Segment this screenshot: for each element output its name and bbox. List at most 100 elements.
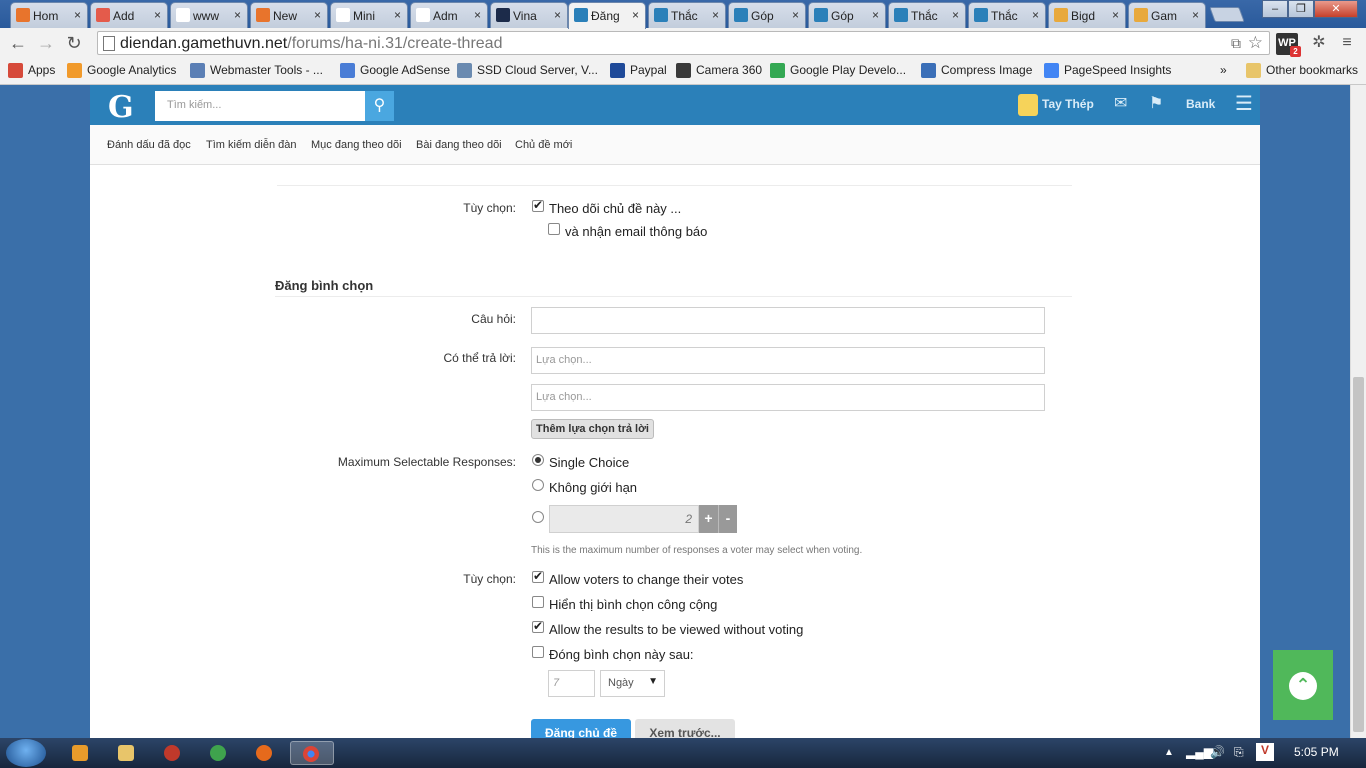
browser-tab[interactable]: Add × bbox=[90, 2, 168, 28]
reload-icon[interactable]: ↻ bbox=[62, 32, 86, 54]
bookmark-item[interactable]: Google Play Develo... bbox=[770, 63, 906, 78]
scroll-to-top-button[interactable]: ⌃ bbox=[1273, 650, 1333, 720]
bookmark-item[interactable]: PageSpeed Insights bbox=[1044, 63, 1171, 78]
chrome-icon[interactable] bbox=[290, 741, 334, 765]
menu-icon[interactable]: ≡ bbox=[1336, 33, 1358, 55]
bookmark-item[interactable]: SSD Cloud Server, V... bbox=[457, 63, 598, 78]
browser-tab[interactable]: Adm × bbox=[410, 2, 488, 28]
app-icon[interactable] bbox=[152, 741, 192, 765]
browser-tab[interactable]: New × bbox=[250, 2, 328, 28]
add-response-button[interactable]: Thêm lựa chọn trả lời bbox=[531, 419, 654, 439]
browser-tab[interactable]: Thắc × bbox=[648, 2, 726, 28]
subnav-mark-read[interactable]: Đánh dấu đã đọc bbox=[107, 139, 191, 151]
bookmark-item[interactable]: Camera 360 bbox=[676, 63, 762, 78]
subnav-search-forums[interactable]: Tìm kiếm diễn đàn bbox=[206, 139, 296, 151]
browser-tab[interactable]: Vina × bbox=[490, 2, 568, 28]
single-choice-label[interactable]: Single Choice bbox=[549, 455, 629, 470]
tab-close-icon[interactable]: × bbox=[394, 8, 401, 22]
tab-close-icon[interactable]: × bbox=[872, 8, 879, 22]
page-scrollbar[interactable] bbox=[1350, 85, 1366, 738]
clock[interactable]: 5:05 PM bbox=[1294, 745, 1339, 759]
response-input-2[interactable]: Lựa chọn... bbox=[531, 384, 1045, 411]
browser-tab[interactable]: www × bbox=[170, 2, 248, 28]
view-results-label[interactable]: Allow the results to be viewed without v… bbox=[549, 622, 803, 637]
watch-thread-checkbox[interactable] bbox=[532, 198, 544, 212]
tray-expand-icon[interactable]: ▲ bbox=[1164, 747, 1174, 758]
allow-change-votes-label[interactable]: Allow voters to change their votes bbox=[549, 572, 743, 587]
tab-close-icon[interactable]: × bbox=[1112, 8, 1119, 22]
preview-button[interactable]: Xem trước... bbox=[635, 719, 735, 738]
single-choice-radio[interactable] bbox=[532, 454, 544, 466]
public-votes-label[interactable]: Hiển thị bình chọn công cộng bbox=[549, 597, 717, 612]
tab-close-icon[interactable]: × bbox=[792, 8, 799, 22]
decrement-button[interactable]: - bbox=[718, 505, 737, 533]
bank-link[interactable]: Bank bbox=[1186, 97, 1215, 111]
minimize-button[interactable]: – bbox=[1262, 0, 1288, 18]
subnav-new-posts[interactable]: Chủ đề mới bbox=[515, 139, 572, 151]
unlimited-radio[interactable] bbox=[532, 479, 544, 491]
close-poll-checkbox[interactable] bbox=[532, 646, 544, 658]
browser-tab[interactable]: Hom × bbox=[10, 2, 88, 28]
bookmark-item[interactable]: Google AdSense bbox=[340, 63, 450, 78]
close-window-button[interactable]: ✕ bbox=[1314, 0, 1358, 18]
browser-tab[interactable]: Bigd × bbox=[1048, 2, 1126, 28]
firefox-icon[interactable] bbox=[244, 741, 284, 765]
allow-change-votes-checkbox[interactable] bbox=[532, 569, 544, 583]
browser-tab[interactable]: Góp × bbox=[728, 2, 806, 28]
subnav-watched-forums[interactable]: Mục đang theo dõi bbox=[311, 139, 402, 151]
browser-tab[interactable]: Đăng × bbox=[568, 2, 646, 29]
browser-tab[interactable]: Thắc × bbox=[888, 2, 966, 28]
search-button[interactable]: ⚲ bbox=[365, 91, 394, 121]
bookmarks-overflow[interactable]: » bbox=[1220, 63, 1227, 77]
browser-tab[interactable]: Góp × bbox=[808, 2, 886, 28]
browser-tab[interactable]: Gam × bbox=[1128, 2, 1206, 28]
tab-close-icon[interactable]: × bbox=[712, 8, 719, 22]
mail-icon[interactable]: ✉ bbox=[1114, 93, 1127, 113]
close-after-unit-select[interactable]: Ngày ▼ bbox=[600, 670, 665, 697]
bookmark-item[interactable]: Apps bbox=[8, 63, 55, 78]
increment-button[interactable]: + bbox=[699, 505, 718, 533]
email-notify-checkbox[interactable] bbox=[548, 223, 560, 235]
unlimited-label[interactable]: Không giới hạn bbox=[549, 480, 637, 495]
antivirus-icon[interactable]: V bbox=[1256, 743, 1274, 761]
browser-tab[interactable]: Thắc × bbox=[968, 2, 1046, 28]
custom-count-radio[interactable] bbox=[532, 511, 544, 523]
bug-extension-icon[interactable]: ✲ bbox=[1308, 33, 1330, 55]
tab-close-icon[interactable]: × bbox=[474, 8, 481, 22]
back-arrow-icon[interactable]: ← bbox=[6, 32, 30, 54]
tab-close-icon[interactable]: × bbox=[154, 8, 161, 22]
close-poll-label[interactable]: Đóng bình chọn này sau: bbox=[549, 647, 694, 662]
subnav-watched-threads[interactable]: Bài đang theo dõi bbox=[416, 139, 502, 151]
tab-close-icon[interactable]: × bbox=[74, 8, 81, 22]
avatar[interactable] bbox=[1018, 94, 1038, 116]
app-icon-green[interactable] bbox=[198, 741, 238, 765]
bookmark-item[interactable]: Compress Image bbox=[921, 63, 1032, 78]
email-notify-label[interactable]: và nhận email thông báo bbox=[565, 224, 707, 239]
network-icon[interactable]: ▂▄▆ bbox=[1186, 745, 1213, 759]
submit-thread-button[interactable]: Đăng chủ đề bbox=[531, 719, 631, 738]
bookmark-item[interactable]: Paypal bbox=[610, 63, 667, 78]
view-results-checkbox[interactable] bbox=[532, 619, 544, 633]
new-tab-button[interactable] bbox=[1209, 7, 1245, 22]
media-player-icon[interactable] bbox=[60, 741, 100, 765]
volume-icon[interactable]: 🔊 bbox=[1210, 745, 1225, 759]
address-bar[interactable]: diendan.gamethuvn.net/forums/ha-ni.31/cr… bbox=[97, 31, 1270, 55]
tab-close-icon[interactable]: × bbox=[1032, 8, 1039, 22]
user-name[interactable]: Tay Thép bbox=[1042, 97, 1094, 111]
bookmark-item[interactable]: Google Analytics bbox=[67, 63, 176, 78]
close-after-input[interactable]: 7 bbox=[548, 670, 595, 697]
clipboard-icon[interactable]: ⎘ bbox=[1234, 745, 1244, 760]
forward-arrow-icon[interactable]: → bbox=[34, 32, 58, 54]
tab-close-icon[interactable]: × bbox=[1192, 8, 1199, 22]
scrollbar-thumb[interactable] bbox=[1353, 377, 1364, 732]
site-logo[interactable]: G bbox=[108, 90, 134, 125]
tab-close-icon[interactable]: × bbox=[234, 8, 241, 22]
other-bookmarks[interactable]: Other bookmarks bbox=[1246, 63, 1358, 78]
tab-close-icon[interactable]: × bbox=[952, 8, 959, 22]
watch-thread-label[interactable]: Theo dõi chủ đề này ... bbox=[549, 201, 681, 216]
tab-close-icon[interactable]: × bbox=[554, 8, 561, 22]
public-votes-checkbox[interactable] bbox=[532, 596, 544, 608]
question-input[interactable] bbox=[531, 307, 1045, 334]
windows-start-icon[interactable] bbox=[6, 739, 46, 767]
response-input-1[interactable]: Lựa chọn... bbox=[531, 347, 1045, 374]
